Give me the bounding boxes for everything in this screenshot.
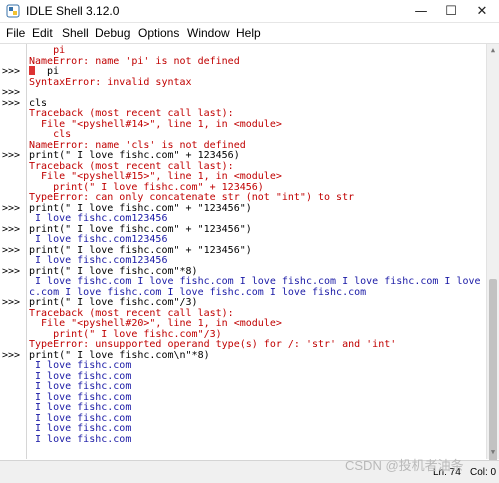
error-line: Traceback (most recent call last): [29, 108, 234, 119]
input-line: print(" I love fishc.com" + "123456") [29, 223, 252, 235]
output-line: I love fishc.com [29, 360, 132, 371]
error-line: pi [29, 45, 66, 56]
input-line: print(" I love fishc.com\n"*8) [29, 349, 210, 361]
menu-help[interactable]: Help [236, 26, 261, 40]
menu-window[interactable]: Window [187, 26, 230, 40]
output-line: I love fishc.com [29, 381, 132, 392]
output-line: c.com I love fishc.com I love fishc.com … [29, 286, 367, 298]
input-line: print(" I love fishc.com" + 123456) [29, 150, 240, 161]
error-line: TypeError: can only concatenate str (not… [29, 192, 355, 203]
minimize-icon[interactable]: — [408, 2, 434, 20]
close-icon[interactable]: ✕ [469, 2, 495, 20]
output-line: I love fishc.com [29, 423, 132, 434]
error-line: File "<pyshell#15>", line 1, in <module> [29, 171, 282, 182]
title-bar: IDLE Shell 3.12.0 — ☐ ✕ [0, 0, 499, 23]
input-line: print(" I love fishc.com" + "123456") [29, 202, 252, 214]
watermark: CSDN @投机者油条 [345, 458, 464, 473]
shell-prompt: >>> [2, 150, 21, 161]
input-line: print(" I love fishc.com" + "123456") [29, 244, 252, 256]
error-line: File "<pyshell#14>", line 1, in <module> [29, 118, 282, 130]
menu-file[interactable]: File [6, 26, 25, 40]
scroll-down-icon[interactable]: ▼ [489, 448, 497, 456]
maximize-icon[interactable]: ☐ [438, 2, 464, 20]
error-line: Traceback (most recent call last): [29, 307, 234, 319]
error-line: File "<pyshell#20>", line 1, in <module> [29, 318, 282, 329]
shell-prompt: >>> [2, 349, 21, 361]
scroll-up-icon[interactable]: ▲ [489, 46, 497, 54]
error-line: TypeError: unsupported operand type(s) f… [29, 339, 397, 350]
error-line: cls [29, 129, 72, 140]
prompt-gutter: >>>>>>>>>>>>>>>>>>>>>>>>>>>>>>>>> [0, 44, 27, 476]
output-line: I love fishc.com [29, 412, 132, 424]
output-line: I love fishc.com [29, 391, 132, 403]
output-line: I love fishc.com [29, 370, 132, 382]
vertical-scrollbar[interactable]: ▲ ▼ [486, 44, 499, 469]
shell-prompt: >>> [2, 244, 21, 256]
menu-edit[interactable]: Edit [32, 26, 53, 40]
input-line: pi [29, 66, 59, 77]
error-line: NameError: name 'cls' is not defined [29, 139, 246, 151]
input-line: print(" I love fishc.com"/3) [29, 297, 198, 308]
input-line: print(" I love fishc.com"*8) [29, 265, 198, 277]
shell-prompt: >>> [2, 297, 21, 308]
error-line: NameError: name 'pi' is not defined [29, 55, 240, 67]
output-line: I love fishc.com [29, 402, 132, 413]
error-line: Traceback (most recent call last): [29, 160, 234, 172]
output-line: I love fishc.com I love fishc.com I love… [29, 276, 487, 287]
shell-prompt: >>> [2, 97, 21, 109]
input-line: cls [29, 97, 48, 109]
output-line: I love fishc.com [29, 433, 132, 445]
menu-shell[interactable]: Shell [62, 26, 89, 40]
shell-prompt: >>> [2, 66, 21, 77]
scroll-thumb[interactable] [489, 279, 497, 469]
error-line: SyntaxError: invalid syntax [29, 76, 192, 88]
shell-prompt: >>> [2, 223, 21, 235]
error-line: print(" I love fishc.com"/3) [29, 328, 222, 340]
shell-text-area[interactable]: pi NameError: name 'pi' is not defined pi… [27, 44, 487, 459]
error-line: print(" I love fishc.com" + 123456) [29, 181, 264, 193]
idle-app-icon [6, 4, 20, 18]
menu-options[interactable]: Options [138, 26, 179, 40]
column-number-status: Col: 0 [470, 467, 497, 478]
shell-prompt: >>> [2, 265, 21, 277]
window-title: IDLE Shell 3.12.0 [26, 4, 120, 18]
output-line: I love fishc.com123456 [29, 213, 168, 224]
menu-debug[interactable]: Debug [95, 26, 130, 40]
output-line: I love fishc.com123456 [29, 234, 168, 245]
menu-bar: File Edit Shell Debug Options Window Hel… [0, 23, 499, 44]
error-marker-icon [29, 66, 35, 75]
shell-prompt: >>> [2, 202, 21, 214]
output-line: I love fishc.com123456 [29, 255, 168, 266]
shell-prompt: >>> [2, 87, 21, 98]
